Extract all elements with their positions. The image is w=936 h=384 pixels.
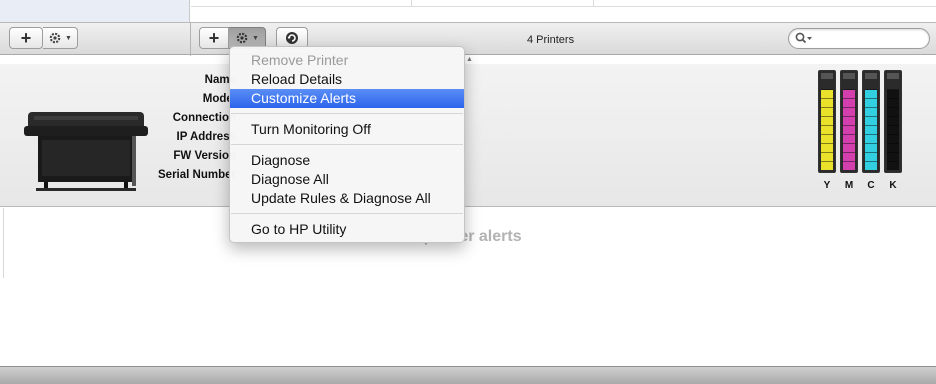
- add-printer-button-left[interactable]: +: [9, 27, 43, 49]
- printer-list-pane: [0, 0, 190, 22]
- table-row-divider: [191, 6, 936, 7]
- menu-item-go-to-hp-utility[interactable]: Go to HP Utility: [230, 220, 464, 239]
- ink-level-ticks: [865, 81, 877, 168]
- add-printer-button[interactable]: +: [199, 27, 229, 49]
- menu-item-diagnose[interactable]: Diagnose: [230, 151, 464, 170]
- detail-labels: Name Model Connection IP Address FW Vers…: [120, 71, 236, 185]
- chevron-down-icon: ▼: [252, 34, 259, 42]
- menu-item-remove-printer: Remove Printer: [251, 52, 349, 68]
- ink-cartridge-cyan: [862, 70, 880, 173]
- plus-icon: +: [20, 28, 32, 48]
- search-input[interactable]: [817, 31, 922, 46]
- cartridge-cap: [887, 73, 899, 79]
- plus-icon: +: [208, 28, 220, 48]
- chevron-down-icon: ▼: [65, 34, 72, 42]
- menu-separator: [230, 108, 464, 120]
- action-dropdown-menu: Remove Printer Reload Details Customize …: [229, 46, 465, 243]
- ink-label-yellow: Y: [823, 180, 831, 191]
- ink-label-magenta: M: [844, 180, 854, 191]
- printer-details-panel: Name Model Connection IP Address FW Vers…: [0, 64, 936, 207]
- search-icon: [795, 32, 812, 44]
- cartridge-cap: [821, 73, 833, 79]
- menu-item-update-rules-diagnose-all[interactable]: Update Rules & Diagnose All: [230, 189, 464, 208]
- cartridge-cap: [843, 73, 855, 79]
- table-column-divider: [593, 0, 594, 7]
- splitter-handle[interactable]: ▲: [466, 56, 473, 63]
- ink-cartridge-black: [884, 70, 902, 173]
- printer-count: 4 Printers: [527, 34, 575, 46]
- ink-label-black: K: [889, 180, 897, 191]
- detail-label-model: Model: [202, 93, 236, 105]
- ink-level-ticks: [821, 81, 833, 168]
- alerts-area: No printer alerts: [0, 208, 936, 366]
- search-field[interactable]: [788, 28, 930, 49]
- menu-separator: [230, 208, 464, 220]
- menu-item-turn-monitoring-off[interactable]: Turn Monitoring Off: [230, 120, 464, 139]
- pane-divider[interactable]: [190, 23, 191, 56]
- cartridge-cap: [865, 73, 877, 79]
- menu-item-reload-details[interactable]: Reload Details: [230, 70, 464, 89]
- action-menu-button-left[interactable]: ▼: [43, 27, 78, 49]
- ink-label-cyan: C: [867, 180, 875, 191]
- ink-cartridge-magenta: [840, 70, 858, 173]
- gear-icon: [236, 32, 248, 44]
- detail-label-connection: Connection: [172, 112, 236, 124]
- ink-level-ticks: [843, 81, 855, 168]
- toolbar: + ▼ + ▼ 4 Printers ▲: [0, 22, 936, 63]
- details-table-header: [191, 0, 936, 22]
- bottom-status-bar: [0, 366, 936, 384]
- left-edge: [0, 208, 4, 278]
- detail-label-name: Name: [204, 74, 236, 86]
- ink-cartridge-yellow: [818, 70, 836, 173]
- gear-icon: [49, 32, 61, 44]
- menu-separator: [230, 139, 464, 151]
- menu-item-diagnose-all[interactable]: Diagnose All: [230, 170, 464, 189]
- menu-item-customize-alerts[interactable]: Customize Alerts: [230, 89, 464, 108]
- table-column-divider: [411, 0, 412, 7]
- detail-label-ip-address: IP Address: [176, 131, 236, 143]
- detail-label-serial-number: Serial Number: [158, 169, 236, 181]
- detail-label-fw-version: FW Version: [173, 150, 236, 162]
- refresh-icon: [286, 32, 298, 44]
- ink-level-ticks: [887, 81, 899, 168]
